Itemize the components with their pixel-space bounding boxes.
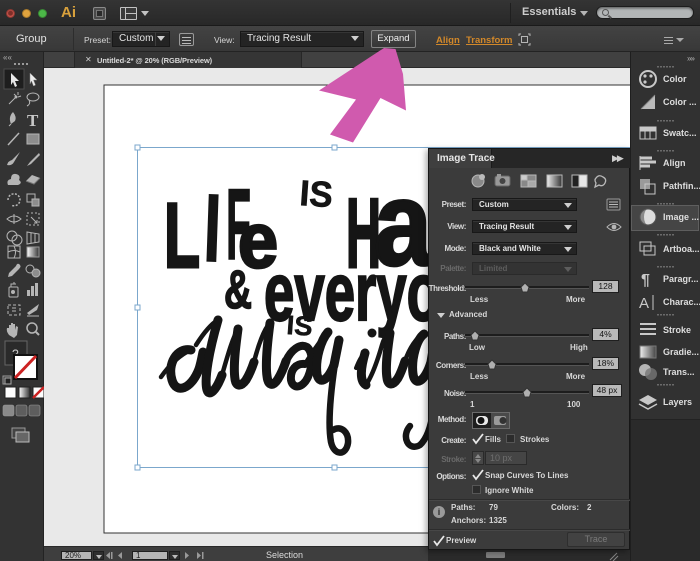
svg-text:&: &	[224, 260, 252, 320]
svg-text:A: A	[639, 295, 649, 312]
svg-text:L: L	[164, 185, 200, 287]
svg-text:IS: IS	[286, 310, 314, 342]
svg-text:¶: ¶	[641, 272, 650, 289]
svg-text:IS: IS	[298, 172, 334, 215]
